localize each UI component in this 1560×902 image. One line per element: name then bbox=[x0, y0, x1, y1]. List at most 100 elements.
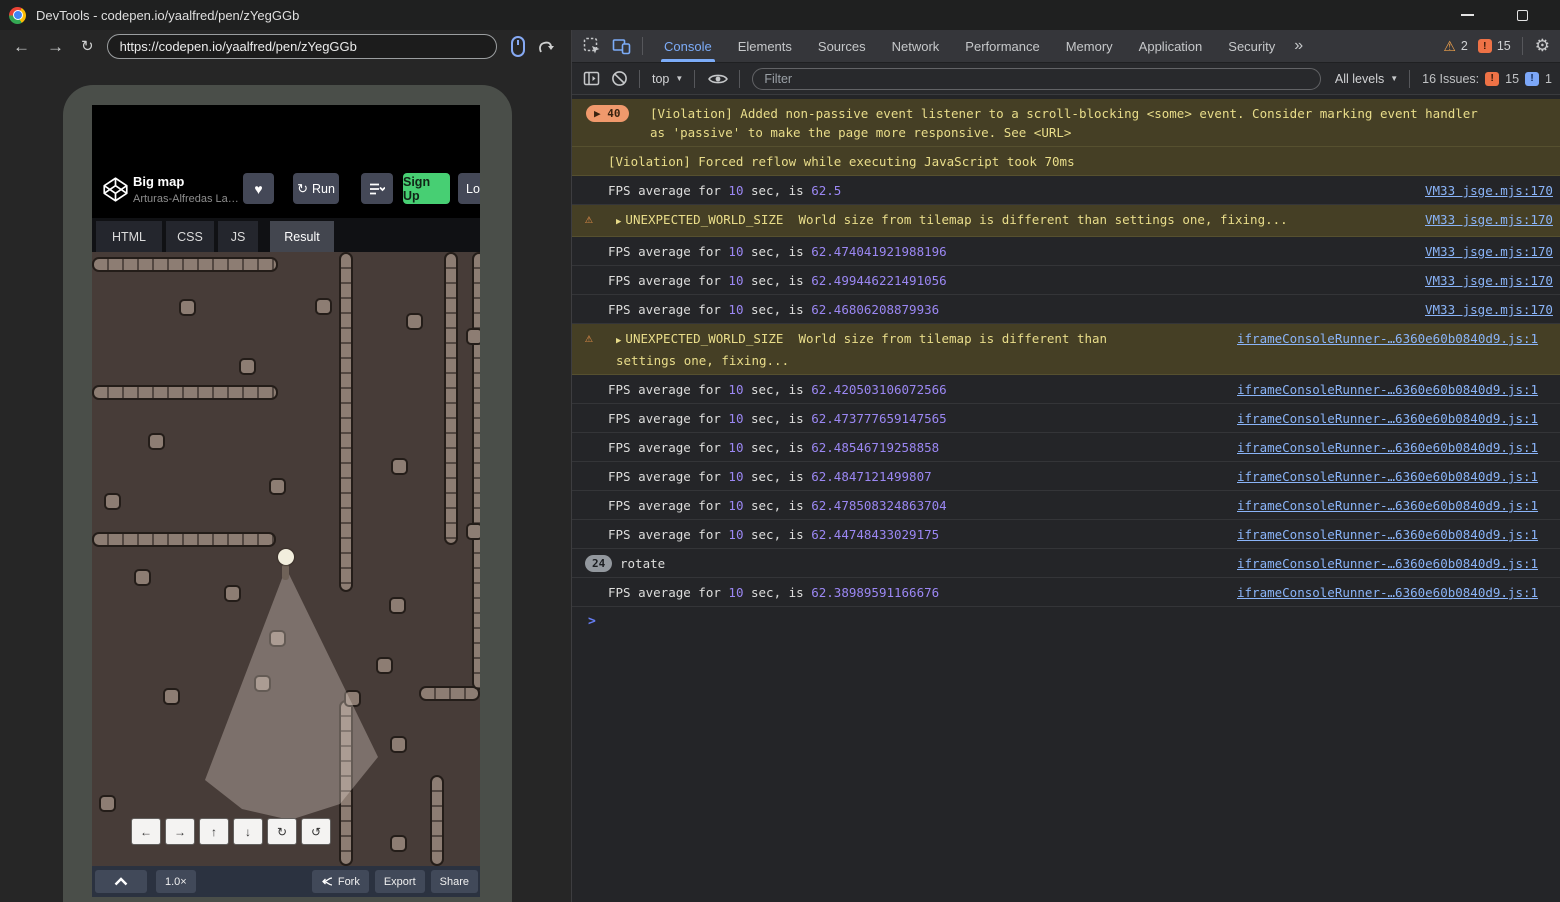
repeat-count-badge[interactable]: ▶ 40 bbox=[586, 105, 629, 122]
arrow-right-key[interactable]: → bbox=[165, 818, 195, 845]
devtools-tab-application[interactable]: Application bbox=[1126, 30, 1216, 62]
rotate-ccw-key[interactable]: ↺ bbox=[301, 818, 331, 845]
pen-author: Arturas-Alfredas La… bbox=[133, 193, 245, 205]
source-link[interactable]: iframeConsoleRunner-…6360e60b0840d9.js:1 bbox=[1237, 409, 1538, 428]
back-button[interactable]: ← bbox=[13, 38, 30, 55]
game-wall bbox=[92, 532, 276, 547]
filter-input[interactable]: Filter bbox=[752, 68, 1321, 90]
source-link[interactable]: iframeConsoleRunner-…6360e60b0840d9.js:1 bbox=[1237, 329, 1538, 348]
source-link[interactable]: VM33 jsge.mjs:170 bbox=[1425, 181, 1553, 200]
export-button[interactable]: Export bbox=[375, 870, 425, 893]
source-link[interactable]: VM33 jsge.mjs:170 bbox=[1425, 210, 1553, 229]
devtools-tabstrip: ConsoleElementsSourcesNetworkPerformance… bbox=[572, 30, 1560, 62]
console-message-text: FPS average for 10 sec, is 62.4854671925… bbox=[608, 438, 939, 457]
issues-counter[interactable]: 16 Issues: ! 15 ! 1 bbox=[1422, 72, 1552, 86]
editor-layout-button[interactable] bbox=[361, 173, 393, 204]
collapse-button[interactable] bbox=[95, 870, 147, 893]
game-object bbox=[466, 328, 480, 345]
devtools-tab-network[interactable]: Network bbox=[879, 30, 953, 62]
warning-icon: ⚠ bbox=[585, 329, 593, 348]
chevron-down-icon: ▼ bbox=[675, 74, 683, 83]
console-row: FPS average for 10 sec, is 62.4847121499… bbox=[572, 462, 1560, 491]
game-object bbox=[466, 523, 480, 540]
fps-value: 62.48546719258858 bbox=[811, 440, 939, 455]
zoom-level-button[interactable]: 1.0× bbox=[156, 870, 196, 893]
source-link[interactable]: iframeConsoleRunner-…6360e60b0840d9.js:1 bbox=[1237, 583, 1538, 602]
codepen-embed: Big map Arturas-Alfredas La… ♥ ↻ Run bbox=[92, 105, 480, 897]
console-row: FPS average for 10 sec, is 62.4680620887… bbox=[572, 295, 1560, 324]
arrow-left-key[interactable]: ← bbox=[131, 818, 161, 845]
arrow-down-key[interactable]: ↓ bbox=[233, 818, 263, 845]
run-button[interactable]: ↻ Run bbox=[293, 173, 339, 204]
rotate-cw-key[interactable]: ↻ bbox=[267, 818, 297, 845]
expand-triangle-icon[interactable]: ▶ bbox=[616, 217, 621, 227]
url-bar[interactable]: https://codepen.io/yaalfred/pen/zYegGGb bbox=[107, 34, 497, 59]
source-link[interactable]: iframeConsoleRunner-…6360e60b0840d9.js:1 bbox=[1237, 554, 1538, 573]
devtools-tab-elements[interactable]: Elements bbox=[725, 30, 805, 62]
game-canvas[interactable]: ←→↑↓↻↺ bbox=[92, 252, 480, 866]
devtools-tab-performance[interactable]: Performance bbox=[952, 30, 1052, 62]
game-object bbox=[269, 478, 286, 495]
reload-button[interactable]: ↻ bbox=[81, 39, 94, 54]
device-toolbar-icon[interactable] bbox=[612, 37, 631, 55]
codepen-tab-css[interactable]: CSS bbox=[166, 221, 214, 252]
codepen-tab-js[interactable]: JS bbox=[218, 221, 258, 252]
game-object bbox=[315, 298, 332, 315]
devtools-tab-memory[interactable]: Memory bbox=[1053, 30, 1126, 62]
source-link[interactable]: iframeConsoleRunner-…6360e60b0840d9.js:1 bbox=[1237, 467, 1538, 486]
console-warnings-count[interactable]: ⚠ 2 bbox=[1443, 38, 1468, 55]
console-message-text: ▶UNEXPECTED_WORLD_SIZE World size from t… bbox=[616, 210, 1288, 232]
source-link[interactable]: iframeConsoleRunner-…6360e60b0840d9.js:1 bbox=[1237, 438, 1538, 457]
pen-title: Big map bbox=[133, 174, 184, 189]
window-controls bbox=[1461, 10, 1528, 21]
sign-up-button[interactable]: Sign Up bbox=[403, 173, 450, 204]
number-value: 10 bbox=[728, 585, 743, 600]
gesture-icon[interactable] bbox=[538, 36, 556, 56]
source-link[interactable]: VM33 jsge.mjs:170 bbox=[1425, 271, 1553, 290]
game-object bbox=[104, 493, 121, 510]
console-row: FPS average for 10 sec, is 62.4474843302… bbox=[572, 520, 1560, 549]
number-value: 10 bbox=[728, 183, 743, 198]
mouse-icon[interactable] bbox=[511, 36, 525, 57]
console-prompt[interactable]: > bbox=[572, 607, 1560, 635]
number-value: 10 bbox=[728, 498, 743, 513]
console-errors-count[interactable]: ! 15 bbox=[1478, 39, 1511, 53]
log-levels-selector[interactable]: All levels ▼ bbox=[1335, 72, 1398, 86]
game-object bbox=[390, 835, 407, 852]
minimize-button[interactable] bbox=[1461, 14, 1474, 16]
source-link[interactable]: VM33 jsge.mjs:170 bbox=[1425, 300, 1553, 319]
console-row: 24rotateiframeConsoleRunner-…6360e60b084… bbox=[572, 549, 1560, 578]
source-link[interactable]: iframeConsoleRunner-…6360e60b0840d9.js:1 bbox=[1237, 380, 1538, 399]
number-value: 10 bbox=[728, 440, 743, 455]
console-message-text: FPS average for 10 sec, is 62.4994462214… bbox=[608, 271, 947, 290]
log-in-button[interactable]: Log In bbox=[458, 173, 480, 204]
chevron-down-icon: ▼ bbox=[1390, 74, 1398, 83]
share-button[interactable]: Share bbox=[431, 870, 478, 893]
codepen-tab-result[interactable]: Result bbox=[270, 221, 334, 252]
love-button[interactable]: ♥ bbox=[243, 173, 274, 204]
fork-button[interactable]: Fork bbox=[312, 870, 369, 893]
game-wall bbox=[472, 252, 480, 690]
expand-triangle-icon[interactable]: ▶ bbox=[616, 336, 621, 346]
settings-gear-icon[interactable]: ⚙ bbox=[1535, 36, 1550, 56]
source-link[interactable]: VM33 jsge.mjs:170 bbox=[1425, 242, 1553, 261]
source-link[interactable]: iframeConsoleRunner-…6360e60b0840d9.js:1 bbox=[1237, 496, 1538, 515]
clear-console-icon[interactable] bbox=[611, 70, 628, 87]
devtools-tab-console[interactable]: Console bbox=[651, 30, 725, 62]
forward-button[interactable]: → bbox=[47, 38, 64, 55]
codepen-tab-html[interactable]: HTML bbox=[96, 221, 162, 252]
maximize-button[interactable] bbox=[1517, 10, 1528, 21]
game-object bbox=[344, 690, 361, 707]
source-link[interactable]: iframeConsoleRunner-…6360e60b0840d9.js:1 bbox=[1237, 525, 1538, 544]
live-expression-eye-icon[interactable] bbox=[708, 72, 728, 86]
console-message-text: ▶UNEXPECTED_WORLD_SIZE World size from t… bbox=[616, 329, 1146, 370]
inspect-element-icon[interactable] bbox=[583, 37, 601, 55]
devtools-tab-sources[interactable]: Sources bbox=[805, 30, 879, 62]
arrow-up-key[interactable]: ↑ bbox=[199, 818, 229, 845]
console-message-text: FPS average for 10 sec, is 62.4847121499… bbox=[608, 467, 932, 486]
number-value: 10 bbox=[728, 382, 743, 397]
more-tabs-button[interactable]: » bbox=[1294, 37, 1303, 55]
context-selector[interactable]: top ▼ bbox=[652, 72, 683, 86]
console-sidebar-icon[interactable] bbox=[583, 71, 600, 86]
devtools-tab-security[interactable]: Security bbox=[1215, 30, 1288, 62]
